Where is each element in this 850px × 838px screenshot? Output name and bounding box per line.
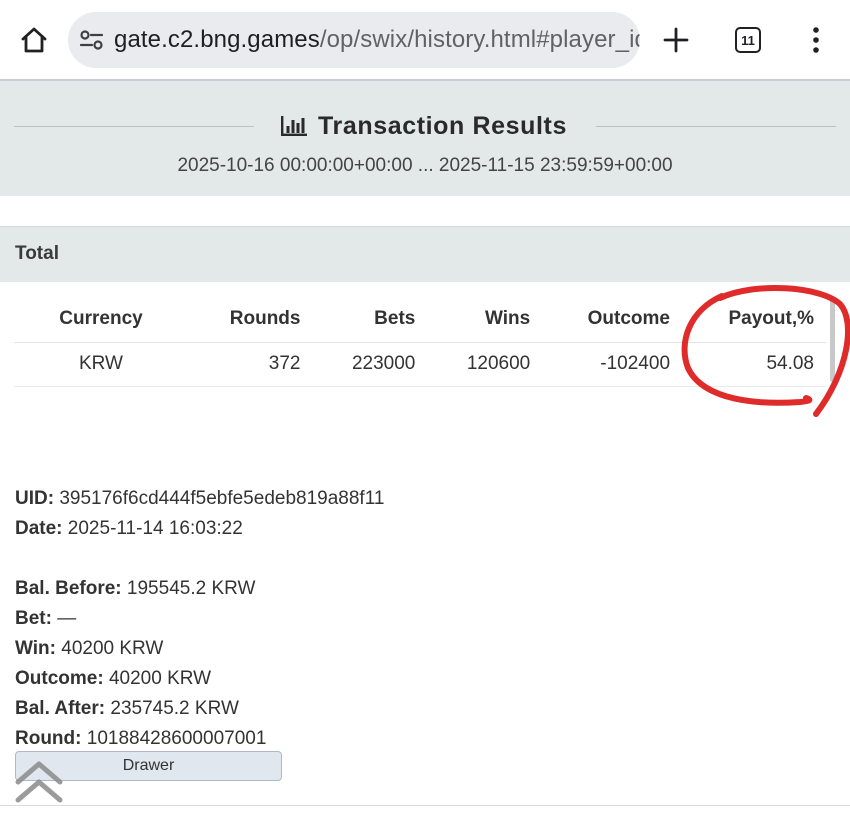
column-header-wins: Wins <box>427 296 543 343</box>
detail-bal-before: Bal. Before: 195545.2 KRW <box>15 574 384 604</box>
detail-value: 10188428600007001 <box>86 728 267 749</box>
url-path: /op/swix/history.html#player_id <box>319 26 640 53</box>
detail-bal-after: Bal. After: 235745.2 KRW <box>15 694 384 724</box>
results-header: Transaction Results 2025-10-16 00:00:00+… <box>0 81 850 196</box>
table-scrollbar[interactable] <box>830 296 835 382</box>
column-header-rounds: Rounds <box>188 296 313 343</box>
detail-label: Outcome: <box>15 668 104 689</box>
detail-label: Date: <box>15 518 63 539</box>
detail-outcome: Outcome: 40200 KRW <box>15 664 384 694</box>
detail-label: Bal. Before: <box>15 578 122 599</box>
detail-label: Bet: <box>15 608 52 629</box>
detail-round: Round: 10188428600007001 <box>15 724 384 754</box>
section-divider <box>0 805 850 806</box>
tune-icon[interactable] <box>78 26 106 54</box>
browser-toolbar: gate.c2.bng.games/op/swix/history.html#p… <box>0 0 850 80</box>
detail-value: 235745.2 KRW <box>110 698 239 719</box>
table-row: KRW 372 223000 120600 -102400 54.08 <box>14 342 826 387</box>
header-rule-left <box>14 126 254 127</box>
cell-bets: 223000 <box>312 342 428 387</box>
home-icon <box>21 27 47 53</box>
total-label: Total <box>15 243 59 264</box>
transaction-details: UID: 395176f6cd444f5ebfe5edeb819a88f11 D… <box>15 484 384 754</box>
column-header-currency: Currency <box>14 296 188 343</box>
cell-rounds: 372 <box>188 342 313 387</box>
scroll-to-top-icon[interactable] <box>14 756 64 808</box>
detail-label: Win: <box>15 638 56 659</box>
detail-value: 2025-11-14 16:03:22 <box>67 518 243 539</box>
cell-currency: KRW <box>14 342 188 387</box>
detail-label: Bal. After: <box>15 698 106 719</box>
page-title-text: Transaction Results <box>318 111 567 140</box>
detail-value: 40200 KRW <box>108 668 212 689</box>
tab-switcher-icon: 11 <box>735 27 761 53</box>
page-title: Transaction Results <box>280 111 567 141</box>
detail-spacer <box>15 544 384 574</box>
column-header-bets: Bets <box>312 296 428 343</box>
address-bar[interactable]: gate.c2.bng.games/op/swix/history.html#p… <box>68 12 640 68</box>
detail-bet: Bet: — <box>15 604 384 634</box>
browser-menu-button[interactable] <box>796 20 836 60</box>
more-vert-icon <box>813 27 819 53</box>
table-header-row: Currency Rounds Bets Wins Outcome Payout… <box>14 296 826 343</box>
total-section-header: Total <box>0 226 850 282</box>
plus-icon <box>663 27 689 53</box>
detail-win: Win: 40200 KRW <box>15 634 384 664</box>
detail-uid: UID: 395176f6cd444f5ebfe5edeb819a88f11 <box>15 484 384 514</box>
detail-value: 40200 KRW <box>61 638 164 659</box>
new-tab-button[interactable] <box>656 20 696 60</box>
cell-wins: 120600 <box>427 342 543 387</box>
total-summary-table: Currency Rounds Bets Wins Outcome Payout… <box>14 296 826 387</box>
column-header-outcome: Outcome <box>542 296 683 343</box>
detail-label: UID: <box>15 488 55 509</box>
cell-outcome: -102400 <box>542 342 683 387</box>
bar-chart-icon <box>281 116 307 136</box>
date-range: 2025-10-16 00:00:00+00:00 ... 2025-11-15… <box>177 155 673 176</box>
home-button[interactable] <box>14 20 54 60</box>
detail-value: — <box>57 608 77 629</box>
url-text[interactable]: gate.c2.bng.games/op/swix/history.html#p… <box>114 25 640 55</box>
tab-switcher-button[interactable]: 11 <box>728 20 768 60</box>
detail-value: 195545.2 KRW <box>126 578 256 599</box>
detail-value: 395176f6cd444f5ebfe5edeb819a88f11 <box>59 488 385 509</box>
url-host: gate.c2.bng.games <box>114 26 320 53</box>
column-header-payout: Payout,% <box>682 296 826 343</box>
detail-date: Date: 2025-11-14 16:03:22 <box>15 514 384 544</box>
tab-count: 11 <box>741 32 755 48</box>
header-rule-right <box>596 126 836 127</box>
cell-payout: 54.08 <box>682 342 826 387</box>
detail-label: Round: <box>15 728 82 749</box>
